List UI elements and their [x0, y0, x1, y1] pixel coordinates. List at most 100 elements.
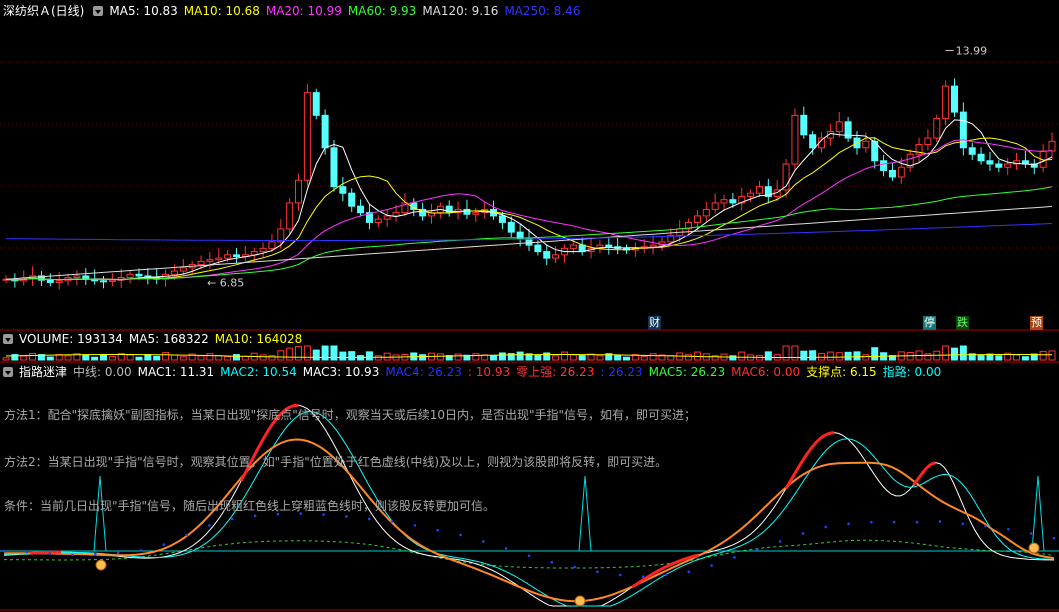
volume-bar	[800, 350, 808, 361]
volume-bar	[206, 353, 214, 361]
mac4-dot	[94, 552, 97, 556]
candle-body	[747, 192, 755, 197]
candle-body	[268, 241, 276, 249]
volume-bar	[534, 355, 542, 361]
mac4-dot	[755, 548, 759, 551]
candle-body	[55, 280, 63, 283]
mac4-dot	[938, 520, 942, 523]
method-1-text: 方法1：配合"探底擒妖"副图指标，当某日出现"探底点"信号时，观察当天或后续10…	[4, 408, 697, 422]
candle-body	[135, 273, 143, 277]
mac4-dot	[733, 556, 736, 559]
volume-bar	[82, 354, 90, 361]
volume-bar	[454, 353, 462, 361]
flag-yu[interactable]: 预	[1030, 316, 1043, 330]
volume-bar	[135, 356, 143, 361]
ma5-label: MA5: 10.83	[109, 4, 178, 18]
volume-bar	[268, 355, 276, 361]
mac4-dot	[459, 533, 462, 537]
candle-body	[880, 160, 888, 171]
strong-red-segment	[631, 582, 638, 589]
strong-red-segment	[815, 436, 823, 443]
volume-bar	[711, 355, 719, 361]
candle-body	[46, 279, 54, 283]
candle-body	[578, 244, 586, 253]
strong-red-segment	[261, 430, 269, 440]
support-label: 支撑点: 6.15	[806, 365, 877, 379]
candle-body	[286, 202, 294, 230]
strong-red-segment	[649, 571, 655, 577]
indicator-header: 指路迷津 中线: 0.00 MAC1: 11.31 MAC2: 10.54 MA…	[0, 363, 947, 381]
candle-body	[383, 215, 391, 220]
candle-body	[357, 205, 365, 214]
candle-body	[968, 147, 976, 155]
volume-bar	[383, 352, 391, 361]
volume-bar	[2, 357, 10, 361]
mac4-dot	[436, 528, 439, 532]
mac1-label: MAC1: 11.31	[137, 365, 215, 379]
ma5-line	[5, 119, 1053, 281]
candle-body	[720, 199, 728, 204]
mac4-dot	[687, 570, 691, 574]
candle-body	[543, 251, 551, 259]
vol-ma10-label: MA10: 164028	[214, 332, 303, 346]
volume-bar	[1013, 354, 1021, 361]
volume-bar	[995, 355, 1003, 361]
finger-signal-icon	[95, 559, 107, 571]
finger-signal-icon	[574, 595, 586, 607]
flag-cai[interactable]: 财	[648, 316, 661, 330]
candle-body	[888, 169, 896, 178]
low-price-label: ← 6.85	[207, 276, 244, 289]
mac4-dot	[208, 524, 211, 527]
dropdown-icon[interactable]	[93, 6, 104, 16]
mac4-dot	[961, 522, 964, 526]
mac2-label: MAC2: 10.54	[220, 365, 297, 379]
volume-bar	[809, 350, 817, 361]
mac5-label: MAC5: 26.23	[648, 365, 726, 379]
mac4-dot	[1007, 527, 1010, 531]
volume-bar	[862, 354, 870, 361]
candle-body	[552, 254, 560, 259]
volume-bar	[578, 355, 586, 361]
dropdown-icon[interactable]	[3, 367, 13, 377]
candle-body	[100, 280, 108, 283]
candle-body	[995, 163, 1003, 168]
volume-bar	[312, 349, 320, 361]
strong-red-segment	[675, 559, 682, 564]
dropdown-icon[interactable]	[3, 334, 13, 344]
strong-red-segment	[239, 471, 247, 482]
candle-body	[463, 208, 471, 215]
flag-die[interactable]: 跌	[956, 316, 969, 330]
candle-body	[170, 270, 178, 275]
mac6-label: MAC6: 0.00	[731, 365, 801, 379]
mac4-dot	[664, 573, 668, 577]
candle-body	[197, 260, 205, 266]
strong-red-segment	[653, 569, 660, 575]
volume-bar	[144, 354, 152, 361]
strong-red-segment	[811, 440, 818, 448]
flag-ting[interactable]: 停	[923, 316, 936, 330]
volume-bar	[569, 354, 577, 361]
mac4-label: MAC4: 26.23	[385, 365, 462, 379]
strong-red-segment	[266, 424, 274, 433]
candle-body	[835, 121, 843, 133]
candle-body	[126, 273, 134, 279]
volume-bar	[729, 355, 737, 361]
finger-signal-icon	[1028, 542, 1040, 554]
mac4-dot	[892, 520, 896, 524]
volume-bar	[826, 351, 834, 361]
candle-body	[986, 160, 994, 165]
volume-bar	[959, 345, 967, 361]
mac4-dot	[116, 551, 120, 555]
strong-red-segment	[797, 458, 805, 467]
candle-body	[108, 279, 116, 282]
volume-bar	[91, 356, 99, 361]
strong-red-segment	[662, 564, 669, 570]
candle-body	[942, 85, 950, 120]
mac4-dot	[413, 524, 417, 527]
chart-canvas[interactable]: 13.99 ← 6.85	[0, 0, 1059, 612]
volume-bar	[100, 354, 108, 361]
volume-bar	[942, 345, 950, 361]
strong-red-segment	[257, 438, 265, 448]
volume-bar	[1021, 356, 1029, 361]
strong-red-segment	[820, 433, 827, 439]
